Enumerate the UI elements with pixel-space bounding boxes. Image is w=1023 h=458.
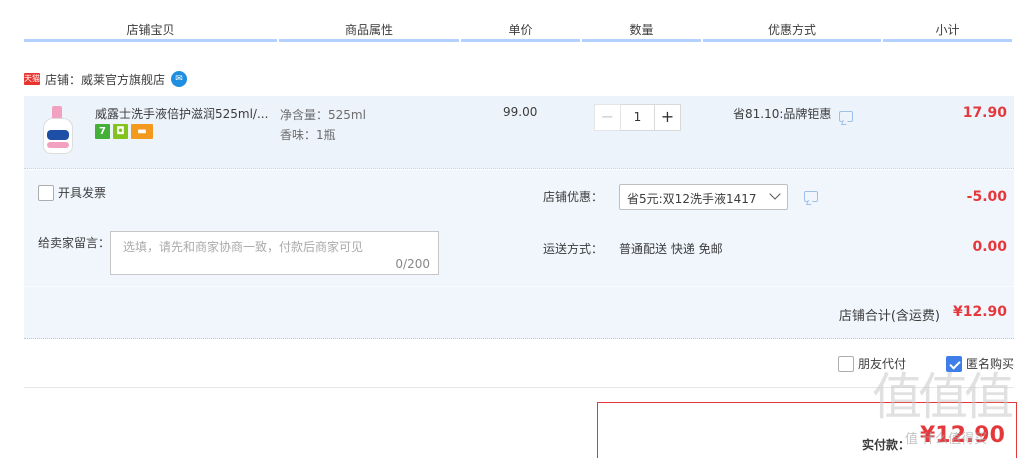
message-char-count: 0/200 [395,257,430,271]
credit-card-icon[interactable]: ▬ [131,124,153,139]
shop-discount-label: 店铺优惠： [543,190,604,204]
product-title[interactable]: 威露士洗手液倍护滋润525ml/... [95,105,275,122]
column-header: 商品属性 [279,20,459,42]
column-header: 数量 [582,20,701,42]
item-subtotal: 17.90 [962,105,1007,121]
quantity-decrease-button[interactable]: − [594,104,621,131]
shipping-method: 普通配送 快递 免邮 [619,242,723,256]
column-header: 小计 [883,20,1012,42]
invoice-option[interactable]: 开具发票 [38,184,106,201]
product-service-icons: 7 ◘ ▬ [95,124,156,139]
chat-icon[interactable]: ✉ [171,71,188,87]
seven-day-return-icon[interactable]: 7 [95,124,110,139]
cart-header: 店铺宝贝 商品属性 单价 数量 优惠方式 小计 [24,20,1014,42]
column-header: 优惠方式 [703,20,881,42]
unit-price: 99.00 [503,105,538,119]
message-placeholder: 选填，请先和商家协商一致，付款后商家可见 [123,240,364,254]
bottle-label-shape [47,130,69,140]
property-volume: 净含量：525ml [280,108,366,122]
item-discount: 省81.10:品牌钜惠 [733,107,832,121]
shipping-amount: 0.00 [972,239,1007,255]
column-header: 店铺宝贝 [24,20,277,42]
shop-total-row: 店铺合计(含运费) ¥12.90 [24,286,1014,339]
cart-item-row: 威露士洗手液倍护滋润525ml/... 7 ◘ ▬ 净含量：525ml 香味：1… [24,96,1014,169]
shop-total-value: ¥12.90 [952,304,1007,320]
quantity-input[interactable]: 1 [621,104,654,131]
watermark-logo: 值值值 [872,368,1014,426]
shop-discount-selected: 省5元:双12洗手液1417 [627,192,757,206]
product-image[interactable] [38,104,76,154]
payment-options: 朋友代付 匿名购买 [0,355,1023,373]
quantity-increase-button[interactable]: + [654,104,681,131]
seller-message-field[interactable]: 选填，请先和商家协商一致，付款后商家可见 0/200 [110,231,439,275]
shop-total-label: 店铺合计(含运费) [838,309,940,324]
bottle-pink-shape [47,142,69,148]
order-options-panel: 开具发票 给卖家留言： 选填，请先和商家协商一致，付款后商家可见 0/200 店… [24,170,1014,286]
divider [24,387,1014,388]
comment-icon[interactable] [804,191,818,202]
quantity-stepper: − 1 + [594,104,681,131]
shop-discount-select[interactable]: 省5元:双12洗手液1417 [619,184,788,210]
property-scent: 香味：1瓶 [280,128,336,142]
watermark-text: 值 什么值得买 [905,432,988,447]
guarantee-icon[interactable]: ◘ [113,124,128,139]
shop-name[interactable]: 店铺：威莱官方旗舰店 [45,71,165,88]
shipping-label: 运送方式： [543,242,604,256]
friend-pay-checkbox[interactable] [838,355,854,372]
shop-line: 天猫 店铺：威莱官方旗舰店 ✉ [24,71,188,88]
invoice-label: 开具发票 [58,186,107,200]
actual-payment-label: 实付款： [862,438,911,452]
comment-icon[interactable] [839,111,853,122]
message-label: 给卖家留言： [38,236,111,250]
chevron-down-icon [769,188,781,200]
column-header: 单价 [461,20,580,42]
invoice-checkbox[interactable] [38,184,54,201]
tmall-badge: 天猫 [24,73,40,85]
shop-discount-amount: -5.00 [966,189,1007,205]
